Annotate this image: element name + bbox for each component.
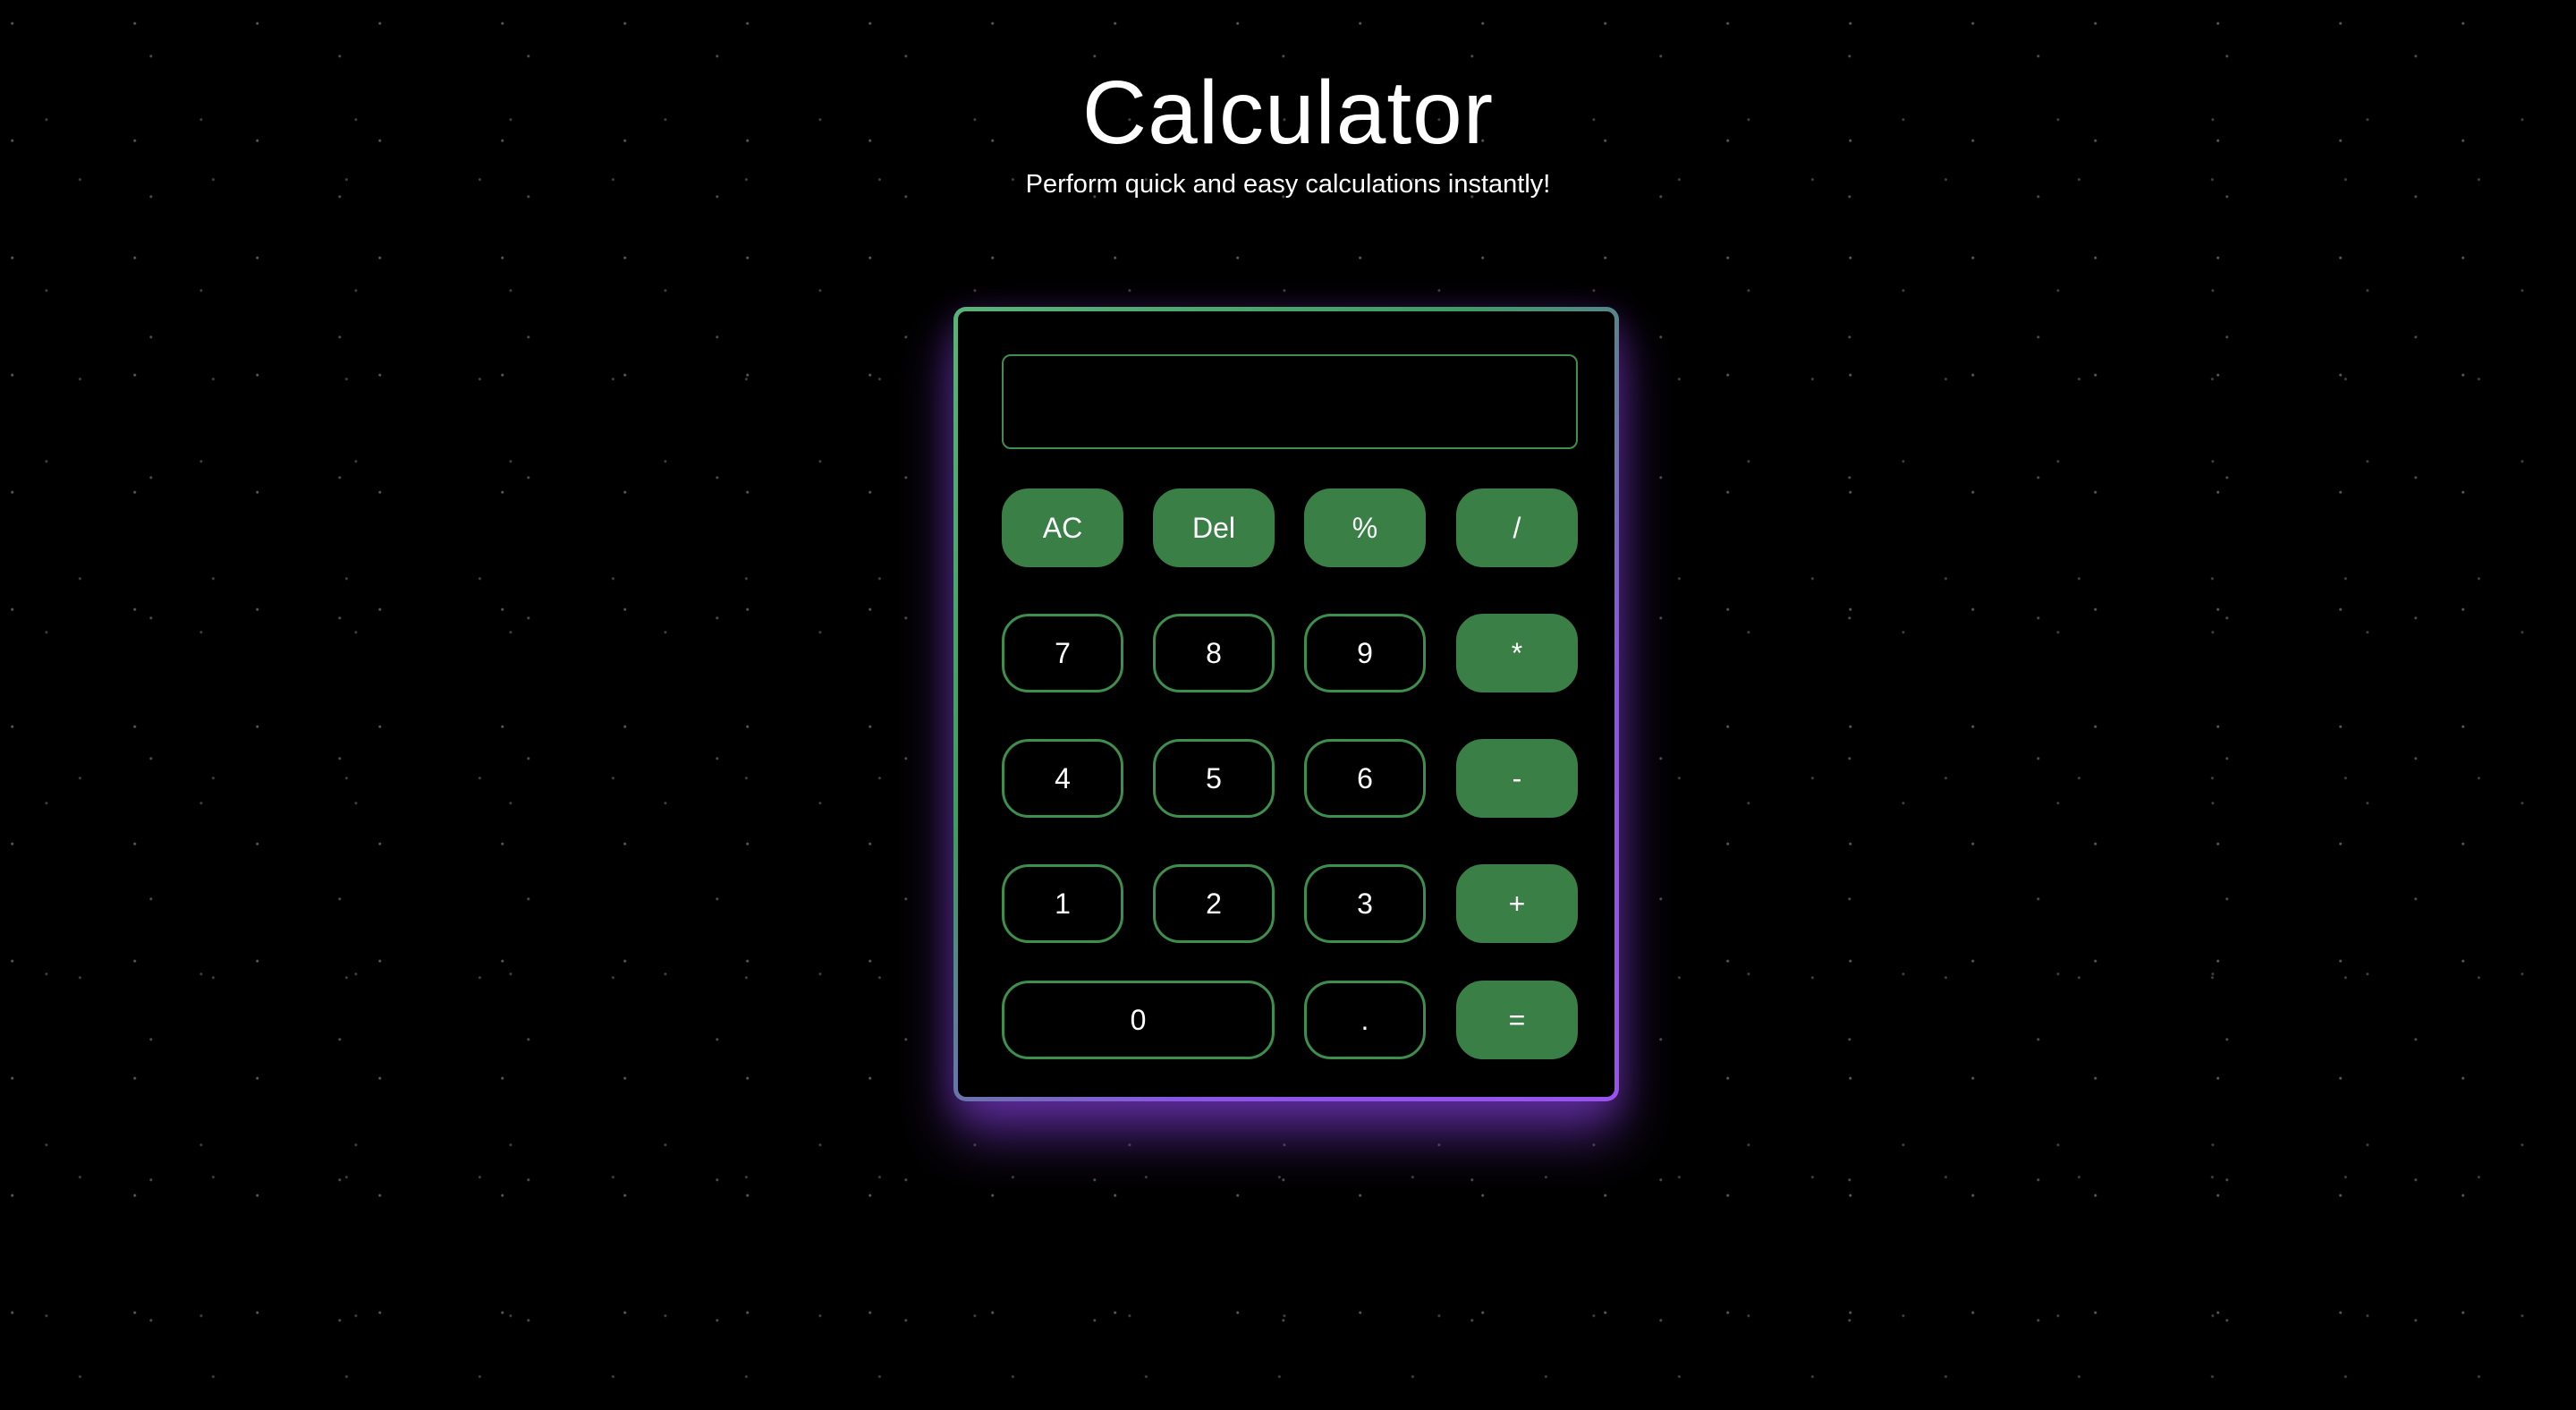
- digit-7-button[interactable]: 7: [1002, 614, 1123, 692]
- digit-4-button[interactable]: 4: [1002, 739, 1123, 818]
- page: Calculator Perform quick and easy calcul…: [0, 0, 2576, 1410]
- page-title: Calculator: [1081, 63, 1495, 163]
- multiply-button[interactable]: *: [1456, 614, 1578, 692]
- decimal-point-button[interactable]: .: [1304, 981, 1426, 1059]
- digit-6-button[interactable]: 6: [1304, 739, 1426, 818]
- digit-1-button[interactable]: 1: [1002, 864, 1123, 943]
- subtract-button[interactable]: -: [1456, 739, 1578, 818]
- calculator-display[interactable]: [1002, 354, 1578, 449]
- delete-button[interactable]: Del: [1153, 488, 1275, 567]
- digit-0-button[interactable]: 0: [1002, 981, 1275, 1059]
- percent-button[interactable]: %: [1304, 488, 1426, 567]
- digit-9-button[interactable]: 9: [1304, 614, 1426, 692]
- calculator: AC Del % / 7 8 9 * 4 5 6 - 1 2 3 + 0 . =: [953, 307, 1619, 1101]
- divide-button[interactable]: /: [1456, 488, 1578, 567]
- add-button[interactable]: +: [1456, 864, 1578, 943]
- page-subtitle: Perform quick and easy calculations inst…: [1025, 170, 1551, 199]
- digit-2-button[interactable]: 2: [1153, 864, 1275, 943]
- digit-8-button[interactable]: 8: [1153, 614, 1275, 692]
- equals-button[interactable]: =: [1456, 981, 1578, 1059]
- all-clear-button[interactable]: AC: [1002, 488, 1123, 567]
- digit-3-button[interactable]: 3: [1304, 864, 1426, 943]
- digit-5-button[interactable]: 5: [1153, 739, 1275, 818]
